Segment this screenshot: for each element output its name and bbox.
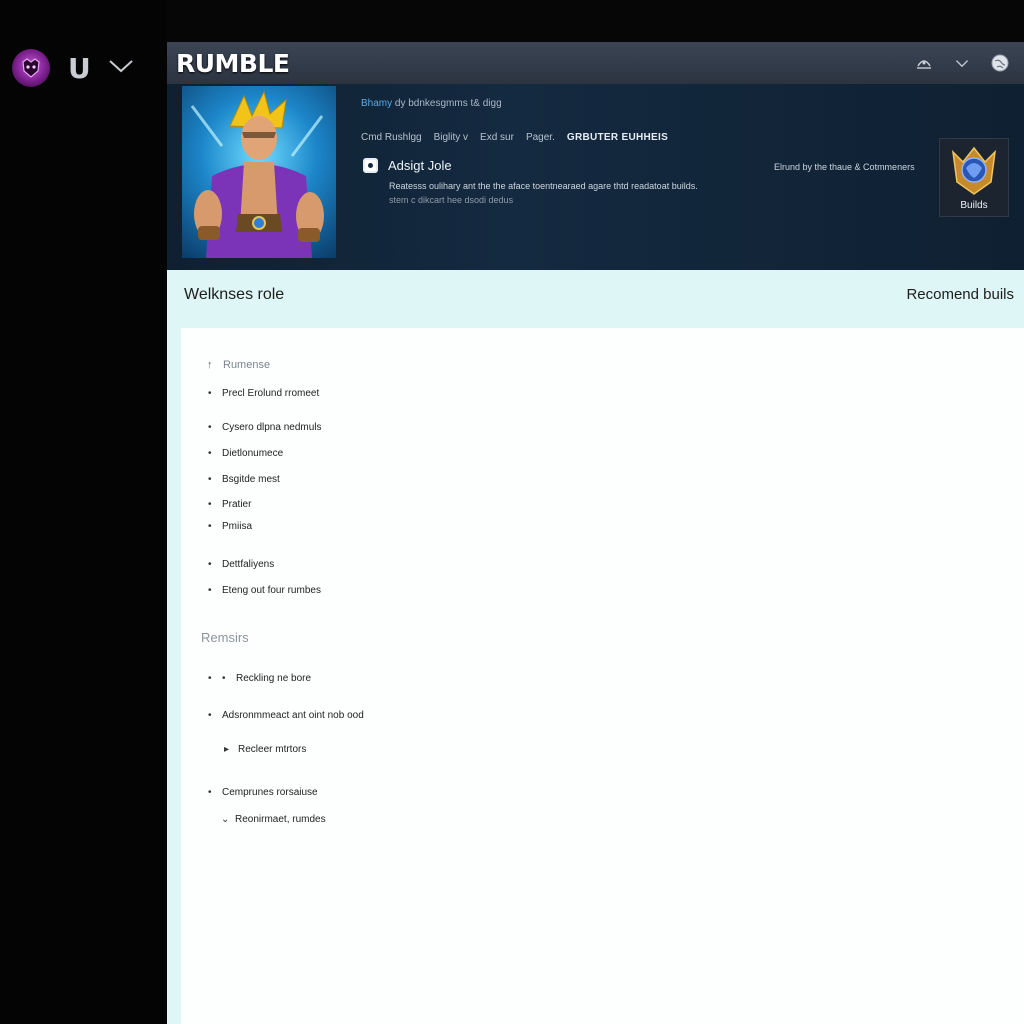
sound-icon[interactable] [914,53,934,73]
list-item[interactable]: • Precl Erolund rromeet [208,388,319,399]
list-bullet: • [208,448,212,459]
group-heading-text: Rumense [223,359,271,371]
list-item-text: Dettfaliyens [222,559,275,570]
list-item[interactable]: • Eteng out four rumbes [208,585,321,596]
list-item-text: Precl Erolund rromeet [222,388,320,399]
list-item-text: Cysero dlpna nedmuls [222,422,322,433]
hero-nav-item[interactable]: Biglity v [434,132,468,143]
group-marker: ↑ [207,359,213,371]
list-bullet: • [208,585,212,596]
hero-description-secondary: stem c dikcart hee dsodi dedus [389,195,514,205]
list-item-text: Dietlonumece [222,448,284,459]
builds-label: Builds [960,200,988,211]
hero-nav-item[interactable]: Cmd Rushlgg [361,132,422,143]
list-item[interactable]: • Bsgitde mest [208,474,280,485]
title-bar-icons [914,53,1010,73]
list-item[interactable]: • Adsronmmeact ant oint nob ood [208,710,364,721]
list-bullet: • [208,787,212,798]
list-item-text: Bsgitde mest [222,474,280,485]
list-item-text: Cemprunes rorsaiuse [222,787,318,798]
list-bullet: • [208,710,212,721]
list-bullet: • [208,474,212,485]
list-item[interactable]: ⌄ Reonirmaet, rumdes [221,814,326,825]
globe-icon[interactable] [990,53,1010,73]
window-title: RUMBLE [176,48,290,78]
champion-portrait [182,86,336,258]
section-header: Welknses role Recomend buils [167,270,1024,328]
content-area: ↑ Rumense • Precl Erolund rromeet • Cysero … [167,328,1024,1024]
list-item-text: Reckling ne bore [236,673,312,684]
role-label: Adsigt Jole [388,158,452,173]
list-bullet: • [208,388,212,399]
list-bullet: • [208,422,212,433]
builds-button[interactable]: Builds [939,138,1009,217]
list-item-text: Pmiisa [222,521,253,532]
list-bullet: • [208,499,212,510]
minimize-chevron-icon[interactable] [952,53,972,73]
group-heading: Remsirs [201,630,249,645]
list-bullet: • [208,673,212,684]
list-item-text: Recleer mtrtors [238,744,307,755]
list-bullet: ⌄ [221,814,230,825]
list-item[interactable]: • Pratier [208,499,251,510]
list-item-text: Eteng out four rumbes [222,585,321,596]
sidebar-u-label[interactable]: U [68,52,91,85]
list-bullet: • [208,559,212,570]
hero-nav-item[interactable]: Exd sur [480,132,514,143]
list-item-text: Reonirmaet, rumdes [235,814,326,825]
list-bullet: • [208,521,212,532]
hero-breadcrumb: Bhamy dy bdnkesgmms t& digg [361,98,502,109]
recommend-builds-link[interactable]: Recomend buils [906,286,1014,303]
list-item[interactable]: • • Reckling ne bore [208,673,311,684]
role-icon [363,158,378,173]
role-row: Adsigt Jole [363,158,452,173]
sidebar-top: U [12,48,134,88]
list-bullet: ▸ [224,744,230,755]
hero-breadcrumb-highlight[interactable]: Bhamy [361,98,392,109]
list-item-text: Adsronmmeact ant oint nob ood [222,710,364,721]
hero-breadcrumb-rest: dy bdnkesgmms t& digg [394,98,502,109]
list-item-text: Pratier [222,499,252,510]
hero-nav: Cmd Rushlgg Biglity v Exd sur Pager. GRB… [361,132,668,143]
list-bullet: • [222,673,226,684]
sidebar: U [0,0,167,1024]
section-title: Welknses role [184,286,285,303]
champion-hero: Bhamy dy bdnkesgmms t& digg Cmd Rushlgg … [167,84,1024,270]
hero-nav-item[interactable]: GRBUTER EUHHEIS [567,132,668,143]
list-item[interactable]: • Cysero dlpna nedmuls [208,422,322,433]
builds-emblem-icon [951,146,997,195]
list-item[interactable]: • Pmiisa [208,521,252,532]
app-logo-icon[interactable] [12,49,50,87]
title-bar: RUMBLE [167,42,1024,84]
content-panel: ↑ Rumense • Precl Erolund rromeet • Cysero … [181,328,1024,1024]
list-item[interactable]: • Cemprunes rorsaiuse [208,787,318,798]
group-heading: ↑ Rumense [207,359,270,371]
list-item[interactable]: • Dettfaliyens [208,559,274,570]
hero-nav-item[interactable]: Pager. [526,132,555,143]
hero-right-text: Elrund by the thaue & Cotmmeners [774,162,915,172]
list-item[interactable]: ▸ Recleer mtrtors [224,744,306,755]
hero-description: Reatesss oulihary ant the the aface toen… [389,181,698,191]
main-window: RUMBLE Bhamy dy bdnkesgmms t& digg Cmd R… [167,42,1024,1024]
list-item[interactable]: • Dietlonumece [208,448,283,459]
chevron-down-icon[interactable] [108,58,134,79]
